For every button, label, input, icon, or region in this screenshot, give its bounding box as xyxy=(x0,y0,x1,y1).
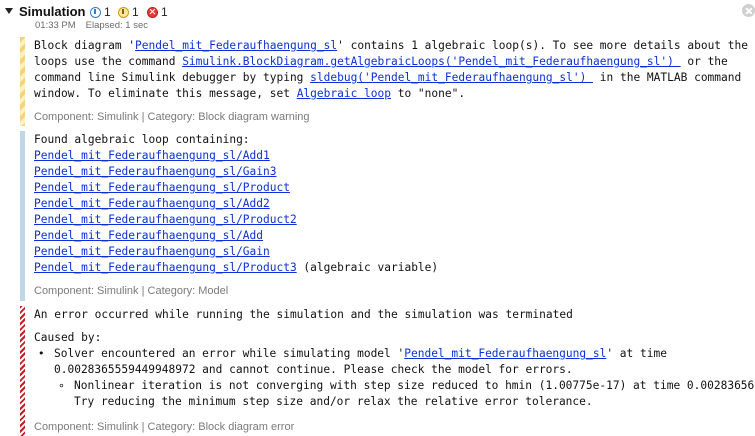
close-icon[interactable] xyxy=(742,4,755,17)
simulation-header: Simulation 1 1 1 01:33 PM Elapsed: 1 sec xyxy=(0,0,755,32)
algebraic-loop-setting-link[interactable]: Algebraic loop xyxy=(297,87,391,100)
model-link[interactable]: Pendel_mit_Federaufhaengung_sl xyxy=(135,39,337,52)
loop-component: Component: Simulink | Category: Model xyxy=(34,285,229,297)
warning-icon xyxy=(118,6,129,18)
caused-by-label: Caused by: xyxy=(34,331,102,344)
error-message: An error occurred while running the simu… xyxy=(20,306,755,436)
error-summary: An error occurred while running the simu… xyxy=(34,308,573,321)
timestamp: 01:33 PM xyxy=(35,20,76,31)
elapsed-time: Elapsed: 1 sec xyxy=(85,20,148,31)
error-text: An error occurred while running the simu… xyxy=(34,307,755,410)
info-icon xyxy=(90,6,101,18)
warning-text: Block diagram 'Pendel_mit_Federaufhaengu… xyxy=(34,39,748,100)
loop-text: Found algebraic loop containing: Pendel_… xyxy=(34,133,439,274)
block-link-product3[interactable]: Pendel_mit_Federaufhaengung_sl/Product3 xyxy=(34,261,297,274)
block-link-add[interactable]: Pendel_mit_Federaufhaengung_sl/Add xyxy=(34,229,263,242)
block-link-gain[interactable]: Pendel_mit_Federaufhaengung_sl/Gain xyxy=(34,245,270,258)
cause-sub-bullet: Nonlinear iteration is not converging wi… xyxy=(34,378,755,394)
error-icon xyxy=(147,6,158,18)
warning-count[interactable]: 1 xyxy=(118,5,139,19)
cause-bullet: Solver encountered an error while simula… xyxy=(34,346,755,362)
warning-message: Block diagram 'Pendel_mit_Federaufhaengu… xyxy=(20,37,755,126)
loop-heading: Found algebraic loop containing: xyxy=(34,133,250,146)
block-link-product2[interactable]: Pendel_mit_Federaufhaengung_sl/Product2 xyxy=(34,213,297,226)
block-link-gain3[interactable]: Pendel_mit_Federaufhaengung_sl/Gain3 xyxy=(34,165,276,178)
block-link-product[interactable]: Pendel_mit_Federaufhaengung_sl/Product xyxy=(34,181,290,194)
warning-component: Component: Simulink | Category: Block di… xyxy=(34,111,310,123)
error-model-link[interactable]: Pendel_mit_Federaufhaengung_sl xyxy=(404,347,606,360)
sldebug-link[interactable]: sldebug('Pendel_mit_Federaufhaengung_sl'… xyxy=(310,71,593,84)
warning-stripe xyxy=(20,37,25,126)
error-count[interactable]: 1 xyxy=(147,5,168,19)
block-link-add2[interactable]: Pendel_mit_Federaufhaengung_sl/Add2 xyxy=(34,197,270,210)
algebraic-loop-message: Found algebraic loop containing: Pendel_… xyxy=(20,131,755,301)
get-algebraic-loops-link[interactable]: Simulink.BlockDiagram.getAlgebraicLoops(… xyxy=(182,55,680,68)
info-count[interactable]: 1 xyxy=(90,5,111,19)
timestamp-line: 01:33 PM Elapsed: 1 sec xyxy=(35,20,148,31)
info-stripe xyxy=(20,131,25,301)
section-title: Simulation xyxy=(19,4,86,19)
error-stripe xyxy=(20,306,25,436)
block-link-add1[interactable]: Pendel_mit_Federaufhaengung_sl/Add1 xyxy=(34,149,270,162)
collapse-caret-icon[interactable] xyxy=(5,8,13,14)
error-component: Component: Simulink | Category: Block di… xyxy=(34,421,295,433)
